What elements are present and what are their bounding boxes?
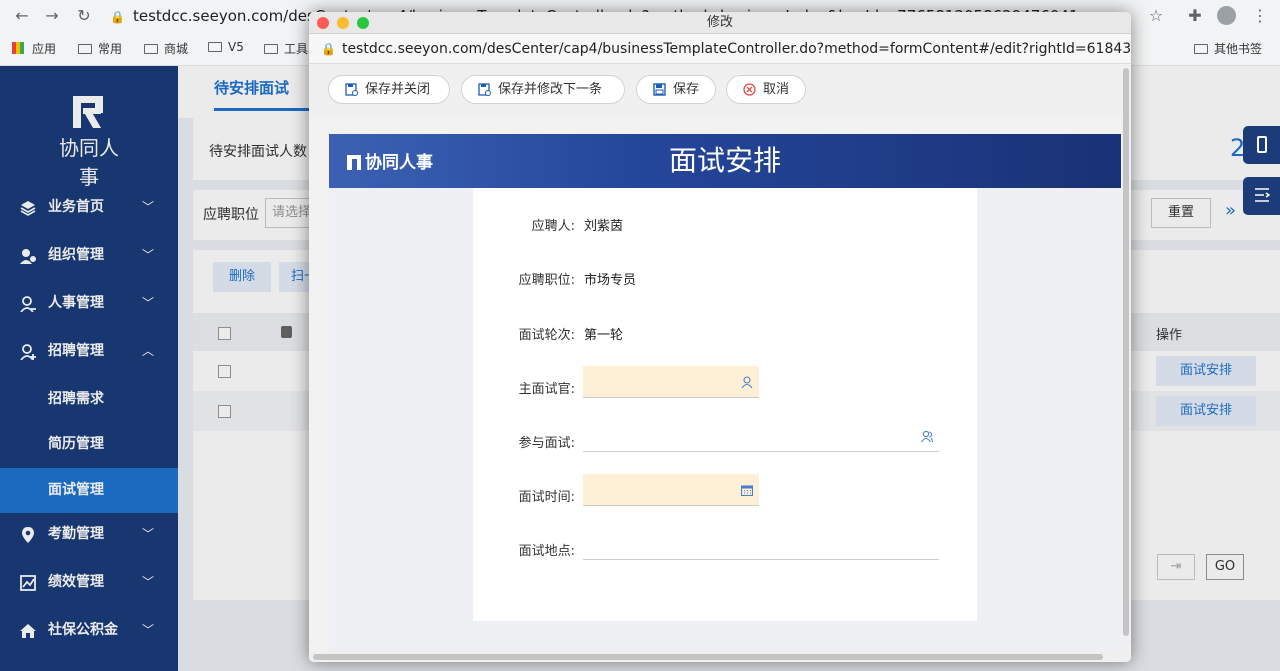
profile-avatar-icon[interactable]	[1217, 6, 1236, 25]
horizontal-scrollbar[interactable]	[309, 652, 1121, 662]
calendar-icon[interactable]	[741, 484, 753, 496]
bookmark-others[interactable]: 其他书签	[1194, 40, 1262, 57]
location-field[interactable]	[583, 528, 939, 560]
maximize-window-icon[interactable]	[357, 17, 369, 29]
popup-titlebar: 修改	[309, 12, 1131, 34]
menu-dots-icon[interactable]: ⋮	[1250, 6, 1270, 26]
folder-icon	[264, 44, 278, 54]
time-field[interactable]	[583, 474, 759, 506]
cancel-icon	[743, 83, 756, 96]
bookmark-apps[interactable]: 应用	[12, 40, 56, 57]
apps-grid-icon	[12, 42, 24, 54]
form-toolbar: 保存并关闭 保存并修改下一条 保存 取消	[309, 64, 1131, 116]
folder-icon	[1194, 44, 1208, 54]
folder-icon	[144, 44, 158, 54]
reload-icon[interactable]: ↻	[74, 6, 94, 26]
close-window-icon[interactable]	[317, 17, 329, 29]
person-picker-icon[interactable]	[741, 376, 753, 388]
position-label: 应聘职位:	[518, 273, 575, 288]
save-next-button[interactable]: 保存并修改下一条	[461, 75, 625, 104]
bookmark-v5[interactable]: V5	[208, 40, 244, 54]
save-icon	[653, 83, 666, 96]
time-label: 面试时间:	[518, 490, 575, 505]
star-icon[interactable]: ☆	[1146, 6, 1166, 26]
folder-icon	[208, 42, 222, 52]
form-title: 面试安排	[668, 144, 781, 177]
form-card: 应聘人: 刘紫茵 应聘职位: 市场专员 面试轮次: 第一轮 主面试官: 参与面试…	[473, 188, 977, 621]
participants-field[interactable]	[583, 420, 939, 452]
mobile-tool-button[interactable]	[1243, 126, 1280, 164]
back-icon[interactable]: ←	[12, 6, 32, 26]
panel-tool-button[interactable]	[1243, 177, 1280, 215]
main-interviewer-field[interactable]	[583, 366, 759, 398]
main-interviewer-label: 主面试官:	[518, 382, 575, 397]
popup-title: 修改	[706, 15, 733, 30]
minimize-window-icon[interactable]	[337, 17, 349, 29]
bookmark-mall[interactable]: 商城	[144, 40, 188, 57]
position-value: 市场专员	[584, 273, 637, 288]
round-value: 第一轮	[584, 328, 624, 343]
list-panel-icon	[1255, 188, 1270, 202]
save-next-icon	[478, 83, 491, 96]
location-label: 面试地点:	[518, 544, 575, 559]
save-button[interactable]: 保存	[636, 75, 716, 104]
edit-popup-window: 修改 🔒 testdcc.seeyon.com/desCenter/cap4/bu…	[309, 12, 1131, 662]
popup-url-text: testdcc.seeyon.com/desCenter/cap4/busine…	[341, 41, 1131, 57]
popup-body: 协同人事 面试安排 应聘人: 刘紫茵 应聘职位: 市场专员 面试轮次: 第一轮 …	[309, 116, 1121, 662]
save-close-icon	[345, 83, 358, 96]
cancel-button[interactable]: 取消	[726, 75, 806, 104]
applicant-label: 应聘人:	[531, 219, 575, 234]
bookmark-tools[interactable]: 工具	[264, 40, 308, 57]
mobile-icon	[1257, 136, 1267, 153]
participants-label: 参与面试:	[518, 436, 575, 451]
applicant-value: 刘紫茵	[584, 219, 624, 234]
group-picker-icon[interactable]	[921, 430, 933, 442]
forward-icon[interactable]: →	[42, 6, 62, 26]
save-close-button[interactable]: 保存并关闭	[328, 75, 450, 104]
form-container: 协同人事 面试安排 应聘人: 刘紫茵 应聘职位: 市场专员 面试轮次: 第一轮 …	[329, 134, 1121, 654]
folder-icon	[78, 44, 92, 54]
lock-icon: 🔒	[321, 42, 336, 56]
extensions-icon[interactable]: ✚	[1185, 6, 1205, 26]
popup-address-bar: 🔒 testdcc.seeyon.com/desCenter/cap4/busin…	[309, 34, 1131, 64]
lock-icon: 🔒	[110, 10, 125, 24]
round-label: 面试轮次:	[518, 328, 575, 343]
vertical-scrollbar[interactable]	[1121, 64, 1131, 662]
bookmark-common[interactable]: 常用	[78, 40, 122, 57]
